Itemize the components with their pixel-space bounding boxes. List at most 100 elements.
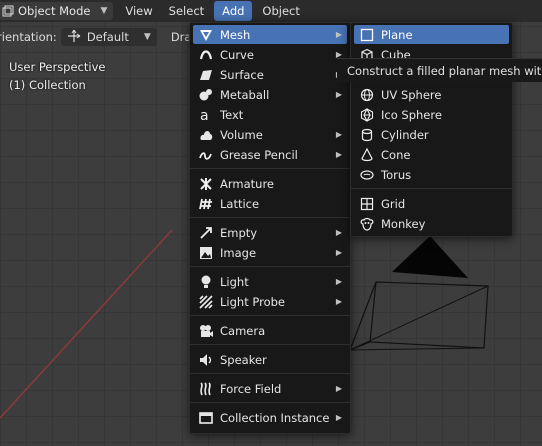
submenu-arrow-icon: ▶ <box>335 413 342 422</box>
menu-item-label: Curve <box>220 47 254 62</box>
menu-item-cone[interactable]: Cone <box>354 145 509 164</box>
menu-item-light-probe[interactable]: Light Probe ▶ <box>193 292 347 311</box>
menu-separator <box>190 402 350 403</box>
viewport-perspective-label: User Perspective <box>9 60 106 74</box>
menu-item-grease-pencil[interactable]: Grease Pencil ▶ <box>193 145 347 164</box>
menu-item-label: Surface <box>220 67 264 82</box>
text-icon: a <box>198 107 214 123</box>
object-mode-select[interactable]: Object Mode ▼ <box>0 2 114 20</box>
viewport-header: Object Mode ▼ View Select Add Object <box>0 0 542 22</box>
menu-object[interactable]: Object <box>254 1 307 21</box>
submenu-arrow-icon: ▶ <box>335 297 342 306</box>
menu-item-label: Grid <box>381 196 406 211</box>
camera-up-triangle <box>392 236 468 278</box>
menu-separator <box>351 188 512 189</box>
menu-item-plane[interactable]: Plane <box>354 25 509 44</box>
ico-sphere-icon <box>359 107 375 123</box>
submenu-arrow-icon: ▶ <box>335 150 342 159</box>
submenu-arrow-icon: ▶ <box>335 248 342 257</box>
volume-icon <box>198 127 214 143</box>
metaball-icon <box>198 87 214 103</box>
armature-icon <box>198 176 214 192</box>
menu-separator <box>190 344 350 345</box>
submenu-arrow-icon: ▶ <box>335 90 342 99</box>
menu-item-uv-sphere[interactable]: UV Sphere <box>354 85 509 104</box>
tooltip: Construct a filled planar mesh with 4 ve… <box>337 58 542 82</box>
surface-icon <box>198 67 214 83</box>
cylinder-icon <box>359 127 375 143</box>
empty-icon <box>198 225 214 241</box>
menu-item-label: Light <box>220 274 249 289</box>
x-axis-line <box>0 229 173 419</box>
menu-item-label: Cone <box>381 147 411 162</box>
chevron-down-icon: ▼ <box>100 6 108 16</box>
orientation-value: Default <box>86 30 129 44</box>
menu-item-lattice[interactable]: Lattice <box>193 194 347 213</box>
orientation-label: Orientation: <box>0 30 57 44</box>
menu-item-surface[interactable]: Surface▶ <box>193 65 347 84</box>
menu-item-label: Volume <box>220 127 263 142</box>
image-icon <box>198 245 214 261</box>
submenu-arrow-icon: ▶ <box>335 384 342 393</box>
submenu-arrow-icon: ▶ <box>335 30 342 39</box>
add-menu: Mesh▶Curve▶Surface▶Metaball▶aTextVolume▶… <box>189 22 351 434</box>
menu-item-cylinder[interactable]: Cylinder <box>354 125 509 144</box>
menu-item-monkey[interactable]: Monkey <box>354 214 509 233</box>
menu-item-curve[interactable]: Curve ▶ <box>193 45 347 64</box>
menu-item-camera[interactable]: Camera <box>193 321 347 340</box>
menu-separator <box>190 266 350 267</box>
submenu-arrow-icon: ▶ <box>335 228 342 237</box>
force-field-icon <box>198 381 214 397</box>
menu-item-label: Grease Pencil <box>220 147 298 162</box>
menu-item-ico-sphere[interactable]: Ico Sphere <box>354 105 509 124</box>
menu-item-torus[interactable]: Torus <box>354 165 509 184</box>
menu-separator <box>190 217 350 218</box>
menu-item-volume[interactable]: Volume ▶ <box>193 125 347 144</box>
menu-item-label: Camera <box>220 323 266 338</box>
camera-frame <box>369 281 489 349</box>
menu-item-label: Ico Sphere <box>381 107 442 122</box>
viewport-collection-label: (1) Collection <box>9 78 86 92</box>
menu-item-force-field[interactable]: Force Field ▶ <box>193 379 347 398</box>
submenu-arrow-icon: ▶ <box>335 277 342 286</box>
menu-item-empty[interactable]: Empty ▶ <box>193 223 347 242</box>
menu-item-label: Lattice <box>220 196 260 211</box>
menu-separator <box>190 168 350 169</box>
menu-item-speaker[interactable]: Speaker <box>193 350 347 369</box>
menu-item-mesh[interactable]: Mesh ▶ <box>193 25 347 44</box>
menu-item-label: Cylinder <box>381 127 429 142</box>
menu-item-label: Monkey <box>381 216 426 231</box>
menu-item-label: UV Sphere <box>381 87 442 102</box>
menu-item-label: Mesh <box>220 27 251 42</box>
menu-item-label: Torus <box>381 167 412 182</box>
menu-select[interactable]: Select <box>161 1 212 21</box>
menu-item-light[interactable]: Light ▶ <box>193 272 347 291</box>
torus-icon <box>359 167 375 183</box>
menu-add[interactable]: Add <box>214 1 253 21</box>
object-mode-label: Object Mode <box>18 4 91 18</box>
menu-item-label: Text <box>220 107 244 122</box>
light-icon <box>198 274 214 290</box>
cone-icon <box>359 147 375 163</box>
chevron-down-icon: ▼ <box>143 32 151 42</box>
menu-item-armature[interactable]: Armature <box>193 174 347 193</box>
grid-icon <box>359 196 375 212</box>
menu-separator <box>190 373 350 374</box>
submenu-arrow-icon: ▶ <box>335 130 342 139</box>
camera-icon <box>198 323 214 339</box>
mesh-icon <box>198 27 214 43</box>
menu-item-metaball[interactable]: Metaball ▶ <box>193 85 347 104</box>
menu-item-label: Metaball <box>220 87 270 102</box>
light-probe-icon <box>198 294 214 310</box>
menu-item-text[interactable]: a Text <box>193 105 347 124</box>
mesh-submenu: PlaneCubeCircleUV SphereIco SphereCylind… <box>350 22 513 237</box>
menu-item-image[interactable]: Image ▶ <box>193 243 347 262</box>
menu-item-label: Plane <box>381 27 413 42</box>
orientation-select[interactable]: Default ▼ <box>60 28 157 46</box>
menu-item-grid[interactable]: Grid <box>354 194 509 213</box>
menu-item-label: Empty <box>220 225 258 240</box>
menu-item-collection-instance[interactable]: Collection Instance ▶ <box>193 408 347 427</box>
monkey-icon <box>359 216 375 232</box>
menu-view[interactable]: View <box>117 1 160 21</box>
menu-item-label: Collection Instance <box>220 410 330 425</box>
